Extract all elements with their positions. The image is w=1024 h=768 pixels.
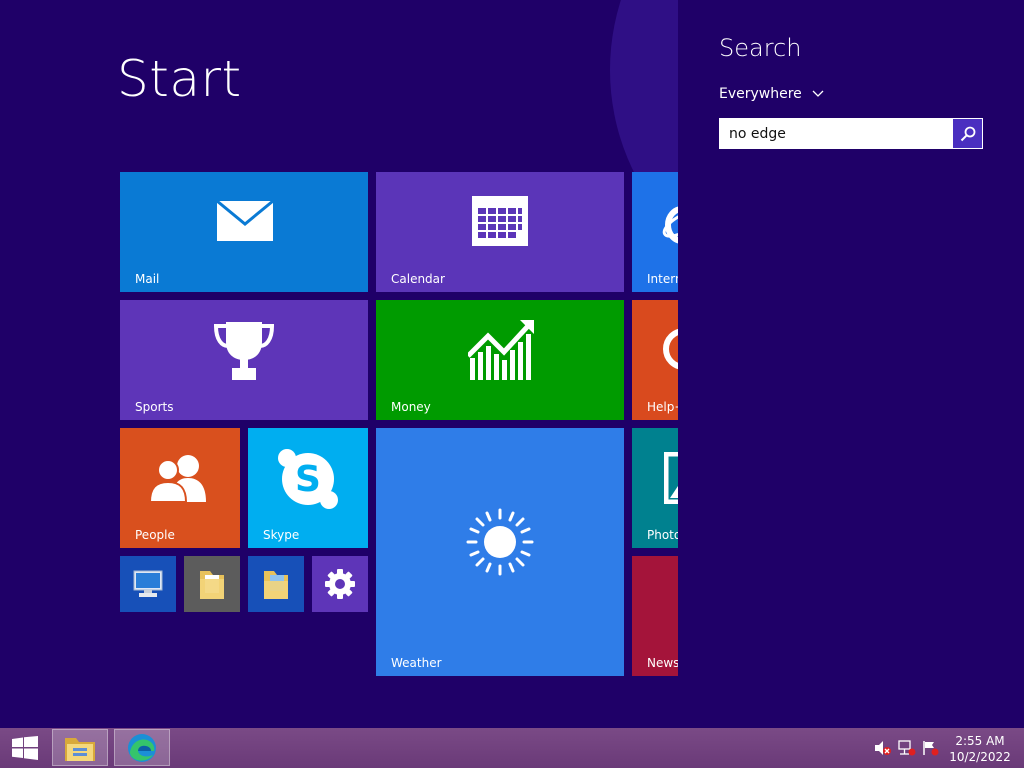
tile-label: Sports (135, 400, 174, 414)
tile-sports[interactable]: Sports (120, 300, 368, 420)
tile-photos[interactable]: Photo (632, 428, 678, 548)
tile-settings[interactable] (312, 556, 368, 612)
file-explorer-icon (65, 737, 95, 761)
start-title: Start (117, 50, 242, 108)
windows-logo-icon (12, 736, 38, 760)
search-scope-dropdown[interactable]: Everywhere (719, 86, 824, 102)
tile-calendar[interactable]: Calendar (376, 172, 624, 292)
photo-icon (664, 452, 678, 504)
tile-mail[interactable]: Mail (120, 172, 368, 292)
tile-label: Calendar (391, 272, 445, 286)
pictures-folder-icon (264, 571, 288, 599)
tile-label: Help+ (647, 400, 678, 414)
taskbar-file-explorer[interactable] (52, 729, 108, 766)
tile-pictures[interactable] (248, 556, 304, 612)
chart-icon (468, 320, 534, 380)
network-icon[interactable] (898, 740, 916, 756)
speaker-muted-icon[interactable] (874, 740, 892, 756)
search-title: Search (719, 34, 802, 62)
search-icon (960, 126, 975, 141)
start-button[interactable] (4, 731, 46, 765)
tile-weather[interactable]: Weather (376, 428, 624, 676)
help-icon (663, 328, 678, 370)
tile-documents[interactable] (184, 556, 240, 612)
search-pane: Search Everywhere (678, 0, 1024, 728)
clock-time: 2:55 AM (955, 734, 1005, 748)
documents-folder-icon (200, 571, 224, 599)
trophy-icon (213, 322, 275, 380)
tile-help[interactable]: Help+ (632, 300, 678, 420)
skype-icon: S (278, 449, 338, 509)
start-screen: Start Mail Calendar Intern (0, 0, 678, 728)
chevron-down-icon (812, 90, 824, 97)
search-scope-label: Everywhere (719, 86, 802, 102)
tile-money[interactable]: Money (376, 300, 624, 420)
tile-label: Weather (391, 656, 442, 670)
edge-icon (128, 733, 156, 762)
tile-label: Money (391, 400, 431, 414)
taskbar-clock[interactable]: 2:55 AM 10/2/2022 (944, 733, 1016, 765)
taskbar-microsoft-edge[interactable] (114, 729, 170, 766)
tile-label: Photo (647, 528, 678, 542)
gear-icon (325, 569, 355, 599)
action-center-icon[interactable] (922, 740, 940, 756)
tile-internet-explorer[interactable]: Intern (632, 172, 678, 292)
tile-news[interactable]: News (632, 556, 678, 676)
computer-icon (133, 570, 163, 597)
tile-label: Mail (135, 272, 160, 286)
mail-icon (216, 200, 274, 241)
taskbar: 2:55 AM 10/2/2022 (0, 728, 1024, 768)
internet-explorer-icon (662, 206, 678, 244)
tile-label: People (135, 528, 175, 542)
tile-people[interactable]: People (120, 428, 240, 548)
calendar-icon (472, 196, 528, 246)
search-input[interactable] (719, 118, 953, 149)
tile-label: Intern (647, 272, 678, 286)
tile-skype[interactable]: S Skype (248, 428, 368, 548)
people-icon (148, 455, 206, 502)
tile-label: News (647, 656, 678, 670)
sun-icon (466, 508, 534, 576)
search-box (719, 118, 983, 149)
tile-computer[interactable] (120, 556, 176, 612)
clock-date: 10/2/2022 (949, 750, 1011, 764)
search-button[interactable] (953, 119, 982, 148)
svg-text:S: S (295, 459, 321, 500)
tile-label: Skype (263, 528, 300, 542)
